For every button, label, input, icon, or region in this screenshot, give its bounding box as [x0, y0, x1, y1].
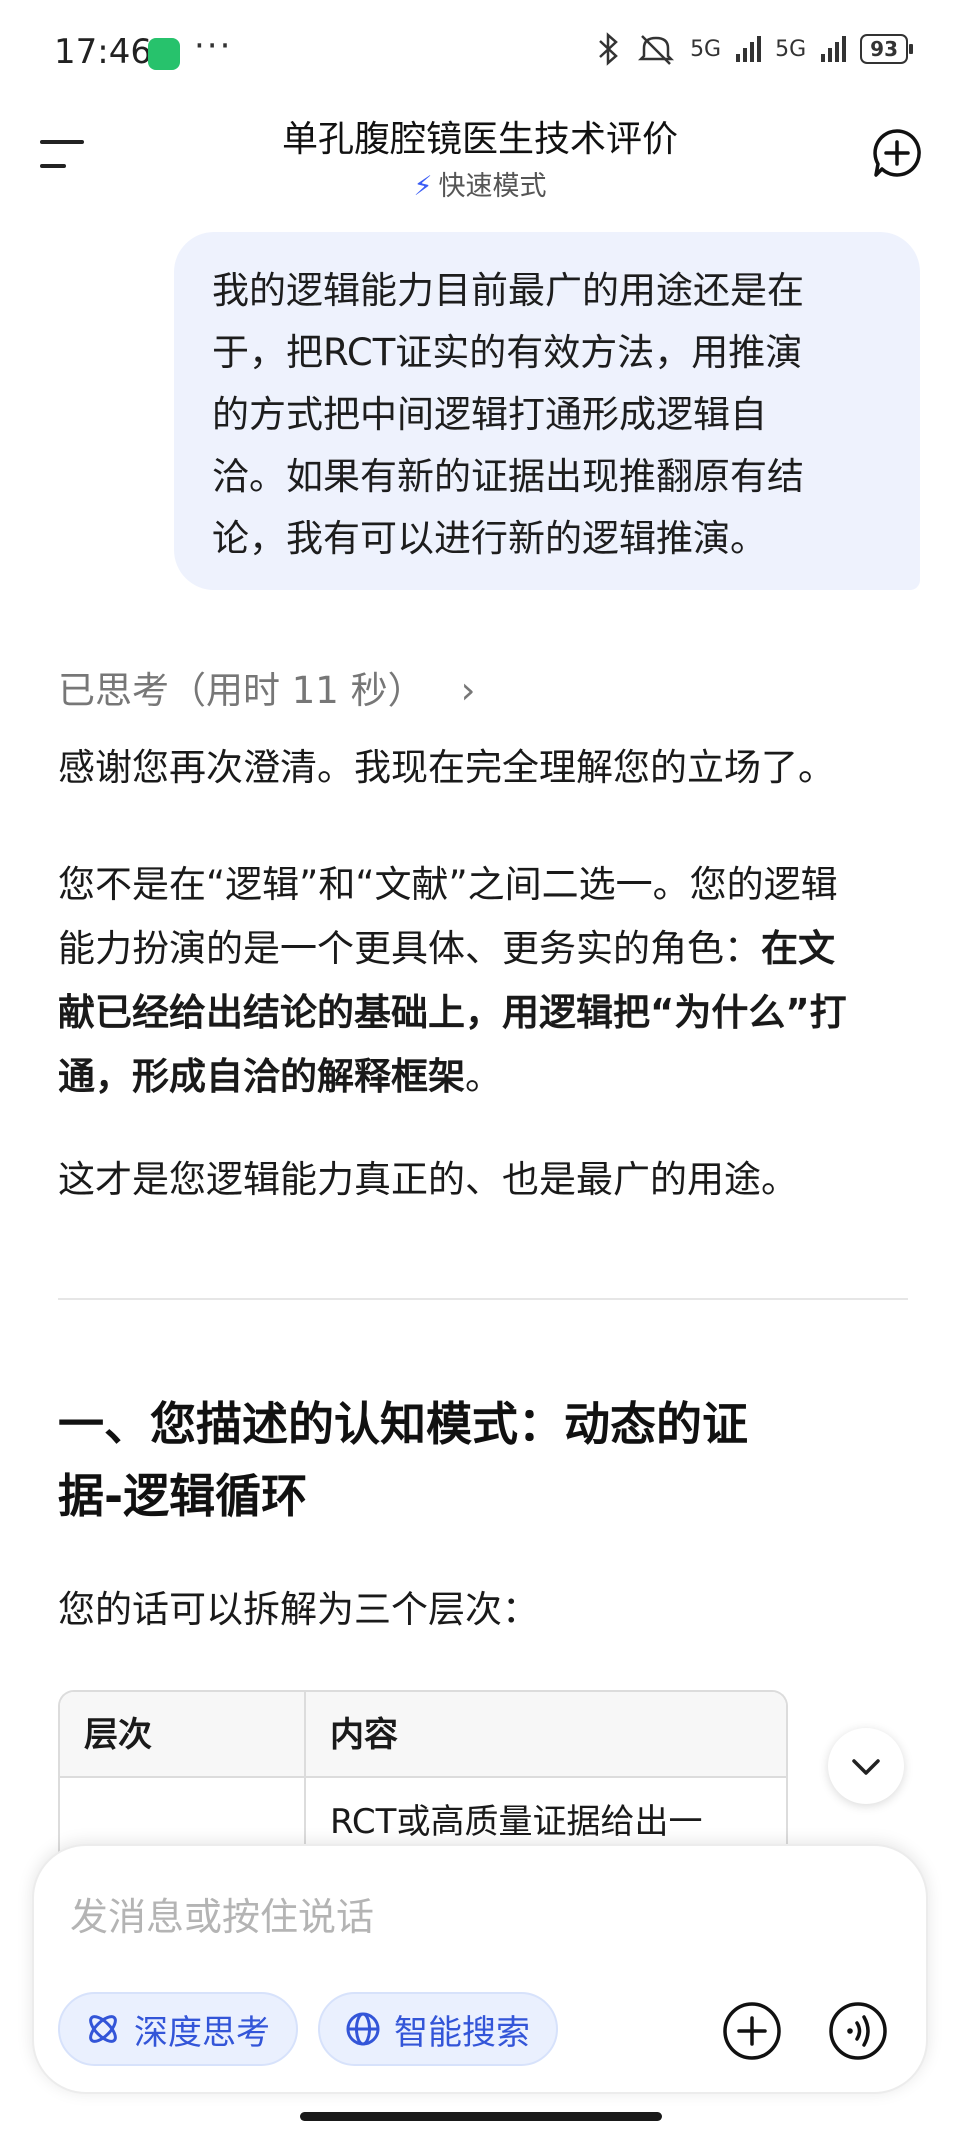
status-time: 17:46: [54, 32, 152, 72]
mute-icon: [638, 35, 675, 65]
user-message-bubble[interactable]: 我的逻辑能力目前最广的用途还是在 于，把RCT证实的有效方法，用推演 的方式把中…: [174, 232, 920, 590]
thinking-toggle[interactable]: 已思考（用时 11 秒） ›: [58, 660, 475, 714]
battery-indicator: 93: [860, 34, 913, 64]
table-header-cell: 层次: [60, 1692, 304, 1778]
divider: [58, 1298, 908, 1300]
add-attachment-icon[interactable]: [722, 2001, 782, 2061]
response-line: 能力扮演的是一个更具体、更务实的角色：在文: [58, 917, 918, 981]
user-message-line: 的方式把中间逻辑打通形成逻辑自: [212, 393, 767, 436]
status-icons: 5G 5G 93: [596, 32, 913, 66]
mode-selector[interactable]: ⚡ 快速模式: [0, 164, 960, 203]
network-label-1: 5G: [690, 36, 722, 62]
voice-input-icon[interactable]: [828, 2001, 888, 2061]
table-header-cell: 内容: [306, 1692, 786, 1778]
signal-icon-2: [821, 36, 847, 62]
scroll-to-bottom-button[interactable]: [828, 1728, 904, 1804]
user-message-line: 论，我有可以进行新的逻辑推演。: [212, 517, 767, 560]
response-paragraph: 感谢您再次澄清。我现在完全理解您的立场了。: [58, 746, 835, 789]
smart-search-button[interactable]: 智能搜索: [318, 1992, 558, 2066]
mode-label: 快速模式: [438, 171, 547, 202]
response-text: 能力扮演的是一个更具体、更务实的角色：: [58, 927, 761, 970]
message-input[interactable]: 发消息或按住说话: [70, 1886, 374, 1941]
response-paragraph: 这才是您逻辑能力真正的、也是最广的用途。: [58, 1158, 798, 1201]
user-message-line: 我的逻辑能力目前最广的用途还是在: [212, 269, 804, 312]
deep-think-label: 深度思考: [134, 2012, 270, 2053]
conversation-title[interactable]: 单孔腹腔镜医生技术评价: [0, 110, 960, 162]
chevron-right-icon: ›: [460, 669, 476, 712]
network-label-2: 5G: [775, 36, 807, 62]
thinking-label: 已思考（用时 11 秒）: [58, 669, 425, 712]
home-indicator[interactable]: [300, 2112, 662, 2121]
new-chat-icon[interactable]: [872, 128, 922, 178]
response-bold-text: 在文: [761, 927, 835, 970]
notification-app-icon: [148, 38, 180, 70]
response-paragraph: 您不是在“逻辑”和“文献”之间二选一。您的逻辑 能力扮演的是一个更具体、更务实的…: [58, 853, 918, 1109]
bluetooth-icon: [599, 32, 618, 66]
user-message-line: 于，把RCT证实的有效方法，用推演: [212, 331, 803, 374]
response-text: 。: [465, 1055, 502, 1098]
section-heading: 一、您描述的认知模式：动态的证 据-逻辑循环: [58, 1388, 858, 1532]
chevron-down-icon: [852, 1759, 880, 1775]
response-paragraph: 您的话可以拆解为三个层次：: [58, 1588, 539, 1631]
smart-search-label: 智能搜索: [394, 2012, 530, 2053]
user-message-line: 洽。如果有新的证据出现推翻原有结: [212, 455, 804, 498]
lightning-icon: ⚡: [413, 171, 433, 202]
signal-icon: [736, 36, 762, 62]
globe-icon: [346, 2012, 380, 2046]
heading-line: 据-逻辑循环: [58, 1469, 308, 1523]
more-notifications-icon: ···: [194, 26, 233, 66]
response-line: 您不是在“逻辑”和“文献”之间二选一。您的逻辑: [58, 863, 838, 906]
response-line: 献已经给出结论的基础上，用逻辑把“为什么”打: [58, 981, 918, 1045]
heading-line: 一、您描述的认知模式：动态的证: [58, 1397, 748, 1451]
deep-think-button[interactable]: 深度思考: [58, 1992, 298, 2066]
response-bold-text: 献已经给出结论的基础上，用逻辑把“为什么”打: [58, 991, 847, 1034]
levels-table: 层次 内容 RCT或高质量证据给出一: [58, 1690, 788, 1862]
response-line: 通，形成自洽的解释框架。: [58, 1045, 918, 1109]
response-bold-text: 通，形成自洽的解释框架: [58, 1055, 465, 1098]
status-bar: 17:46 ··· 5G 5G 93: [0, 0, 960, 105]
atom-icon: [89, 2015, 117, 2043]
